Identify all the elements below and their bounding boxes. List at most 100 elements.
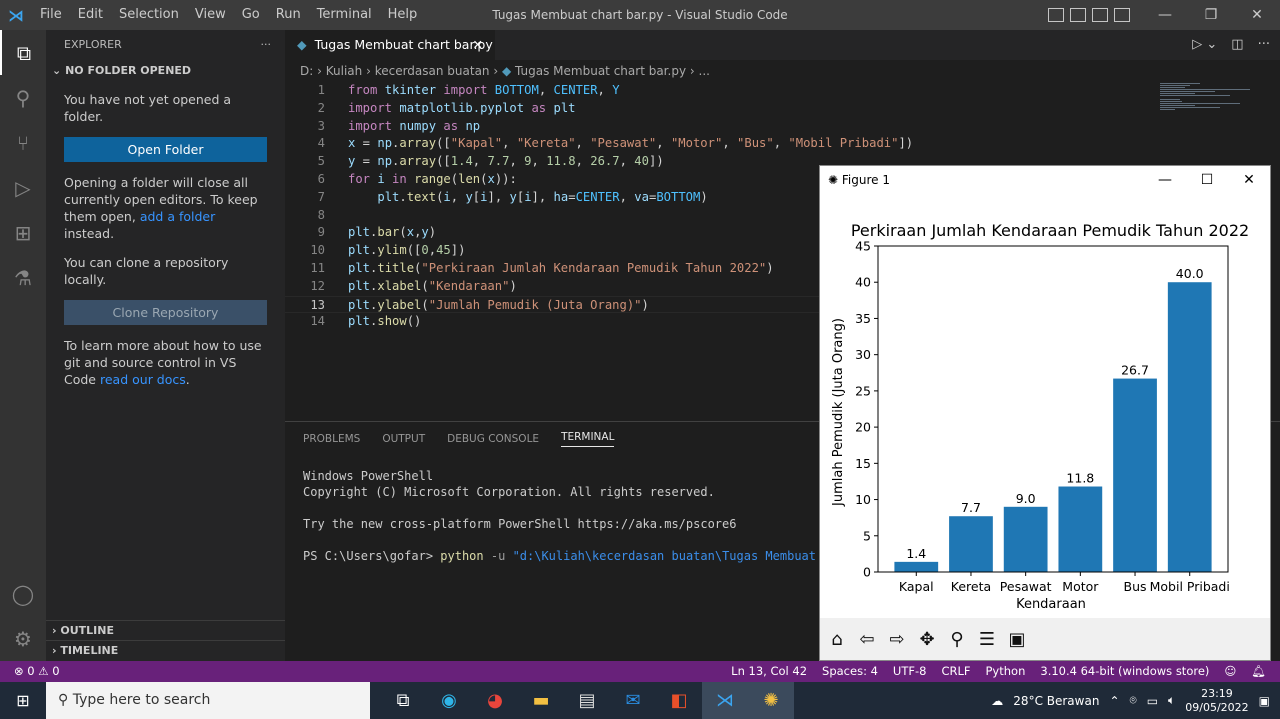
open-folder-button[interactable]: Open Folder [64,137,267,162]
clone-repository-button[interactable]: Clone Repository [64,300,267,325]
tab-problems[interactable]: PROBLEMS [303,433,360,445]
edge-icon[interactable]: ◉ [426,682,472,719]
run-python-file-icon[interactable]: ▷ ⌄ [1192,30,1217,60]
tab-output[interactable]: OUTPUT [382,433,425,445]
notification-center-icon[interactable]: ▣ [1259,694,1270,708]
accounts-icon[interactable]: ◯ [0,571,46,616]
breadcrumb-item[interactable]: kecerdasan buatan [375,64,490,78]
back-arrow-icon[interactable]: ⇦ [854,626,880,652]
tray-chevron-icon[interactable]: ⌃ [1109,694,1119,708]
minimize-icon[interactable]: — [1142,0,1188,30]
battery-icon[interactable]: ▭ [1147,694,1158,708]
menu-run[interactable]: Run [268,0,309,30]
feedback-icon[interactable]: ☺ [1224,661,1236,682]
end-of-line[interactable]: CRLF [941,661,970,682]
search-icon[interactable]: ⚲ [0,75,46,120]
chevron-right-icon: › [52,644,57,657]
more-actions-icon[interactable]: ··· [1258,30,1270,60]
terminal-output[interactable]: Windows PowerShell Copyright (C) Microsof… [285,456,825,576]
menu-help[interactable]: Help [380,0,426,30]
manage-gear-icon[interactable]: ⚙ [0,616,46,661]
toggle-panel-icon[interactable] [1070,8,1086,22]
code-line: 4x = np.array(["Kapal", "Kereta", "Pesaw… [317,136,914,151]
maximize-icon[interactable]: ❐ [1188,0,1234,30]
breadcrumb-item[interactable]: Kuliah [326,64,363,78]
network-icon[interactable]: ⌾ [1130,693,1137,708]
menu-edit[interactable]: Edit [70,0,111,30]
weather-icon[interactable]: ☁ [991,694,1003,708]
python-interpreter[interactable]: 3.10.4 64-bit (windows store) [1040,661,1209,682]
search-icon: ⚲ [58,692,69,708]
customize-layout-icon[interactable] [1114,8,1130,22]
more-actions-icon[interactable]: ··· [261,30,272,60]
save-figure-icon[interactable]: ▣ [1004,626,1030,652]
file-explorer-icon[interactable]: ▬ [518,682,564,719]
vscode-taskbar-icon[interactable]: ⋊ [702,682,748,719]
office-icon[interactable]: ◧ [656,682,702,719]
task-view-icon[interactable]: ⧉ [380,682,426,719]
windows-start-icon[interactable]: ⊞ [0,691,46,710]
breadcrumb-item[interactable]: Tugas Membuat chart bar.py [515,64,686,78]
pan-icon[interactable]: ✥ [914,626,940,652]
bar-chart: Perkiraan Jumlah Kendaraan Pemudik Tahun… [831,221,1249,612]
language-mode[interactable]: Python [986,661,1026,682]
minimize-icon[interactable]: — [1144,166,1186,194]
chart-bar [1003,506,1048,572]
close-icon[interactable]: ✕ [1234,0,1280,30]
read-docs-link[interactable]: read our docs [100,372,186,387]
menu-terminal[interactable]: Terminal [309,0,380,30]
menu-file[interactable]: File [32,0,70,30]
bar-data-label: 26.7 [1121,363,1149,378]
problems-status[interactable]: ⊗ 0 ⚠ 0 [14,661,60,682]
add-folder-link[interactable]: add a folder [140,209,215,224]
title-bar: ⋊ File Edit Selection View Go Run Termin… [0,0,1280,30]
encoding[interactable]: UTF-8 [893,661,927,682]
indentation[interactable]: Spaces: 4 [822,661,878,682]
taskbar-search[interactable]: ⚲ Type here to search [46,682,370,719]
toggle-secondary-sidebar-icon[interactable] [1092,8,1108,22]
close-tab-icon[interactable]: ✕ [473,30,483,60]
zoom-icon[interactable]: ⚲ [944,626,970,652]
breadcrumb-item[interactable]: D: [300,64,313,78]
split-editor-icon[interactable]: ◫ [1231,30,1243,60]
clock[interactable]: 23:19 09/05/2022 [1185,687,1248,715]
tab-terminal[interactable]: TERMINAL [561,431,615,447]
figure-window: ✺ Figure 1 — ☐ ✕ Perkiraan Jumlah Kendar… [819,165,1271,661]
run-debug-icon[interactable]: ▷ [0,165,46,210]
weather-text[interactable]: 28°C Berawan [1013,694,1099,708]
minimap[interactable] [1160,82,1270,112]
volume-icon[interactable]: 🔈︎ [1168,693,1175,708]
forward-arrow-icon[interactable]: ⇨ [884,626,910,652]
toggle-sidebar-icon[interactable] [1048,8,1064,22]
y-tick-label: 25 [855,383,871,398]
timeline-section[interactable]: › TIMELINE [46,640,285,660]
menu-selection[interactable]: Selection [111,0,187,30]
editor-tab[interactable]: ◆ Tugas Membuat chart bar.py ✕ [285,30,495,60]
source-control-icon[interactable]: ⑂ [0,120,46,165]
maximize-icon[interactable]: ☐ [1186,166,1228,194]
close-icon[interactable]: ✕ [1228,166,1270,194]
no-folder-section[interactable]: ⌄ NO FOLDER OPENED [46,60,285,82]
home-icon[interactable]: ⌂ [824,626,850,652]
explorer-icon[interactable]: ⧉ [0,30,46,75]
testing-icon[interactable]: ⚗ [0,255,46,300]
configure-subplots-icon[interactable]: ☰ [974,626,1000,652]
y-tick-label: 15 [855,456,871,471]
x-tick-label: Kereta [951,579,991,594]
python-taskbar-icon[interactable]: ✺ [748,682,794,719]
bar-data-label: 40.0 [1176,266,1204,281]
mail-icon[interactable]: ✉ [610,682,656,719]
store-icon[interactable]: ▤ [564,682,610,719]
figure-canvas[interactable]: Perkiraan Jumlah Kendaraan Pemudik Tahun… [820,194,1270,618]
cursor-position[interactable]: Ln 13, Col 42 [731,661,807,682]
menu-go[interactable]: Go [234,0,268,30]
outline-section[interactable]: › OUTLINE [46,620,285,640]
chrome-icon[interactable]: ◕ [472,682,518,719]
breadcrumb-item[interactable]: ... [699,64,710,78]
extensions-icon[interactable]: ⊞ [0,210,46,255]
open-folder-info: Opening a folder will close all currentl… [64,175,258,241]
activity-bar: ⧉ ⚲ ⑂ ▷ ⊞ ⚗ ◯ ⚙ [0,30,46,661]
tab-debug-console[interactable]: DEBUG CONSOLE [447,433,539,445]
menu-view[interactable]: View [187,0,234,30]
notifications-bell-icon[interactable]: 🔔︎ [1251,661,1266,682]
